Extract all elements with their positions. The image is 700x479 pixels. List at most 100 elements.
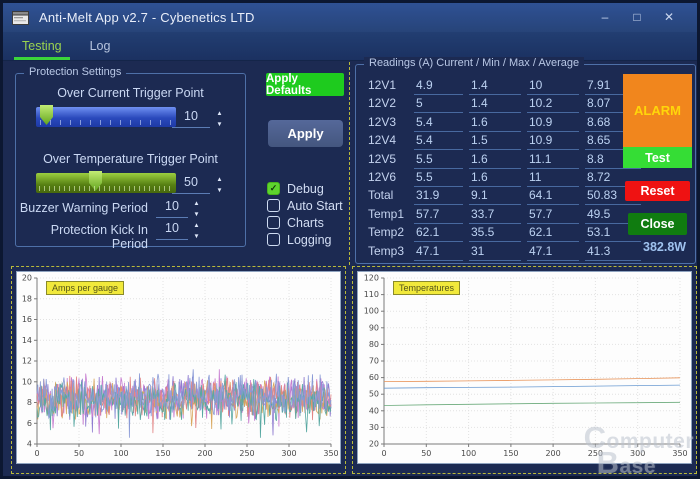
- reading-value: 10.9: [527, 115, 579, 132]
- svg-text:200: 200: [545, 449, 560, 458]
- spin-up-icon[interactable]: ▲: [216, 176, 222, 182]
- svg-text:20: 20: [369, 440, 379, 449]
- over-current-value[interactable]: 10: [172, 109, 210, 128]
- checkbox-label: Debug: [287, 182, 324, 196]
- checkbox-auto-start[interactable]: Auto Start: [267, 199, 343, 212]
- table-row: Temp262.135.562.153.1: [368, 225, 641, 243]
- readings-table: 12V14.91.4107.9112V251.410.28.0712V35.41…: [368, 78, 641, 262]
- amps-chart-title: Amps per gauge: [46, 281, 124, 295]
- tab-testing[interactable]: Testing: [11, 32, 73, 60]
- over-current-slider-handle[interactable]: [40, 105, 53, 125]
- checkbox-checked[interactable]: ✓: [267, 182, 280, 195]
- reading-value: 1.5: [469, 133, 521, 150]
- kick-in-period-spinner: ▲ ▼: [193, 222, 200, 240]
- svg-text:200: 200: [197, 449, 212, 458]
- over-temp-value[interactable]: 50: [172, 175, 210, 194]
- close-button[interactable]: Close: [628, 213, 687, 235]
- spin-down-icon[interactable]: ▼: [216, 187, 222, 193]
- reading-value: 33.7: [469, 207, 521, 224]
- svg-text:100: 100: [113, 449, 128, 458]
- reading-label: 12V2: [368, 96, 408, 114]
- spin-down-icon[interactable]: ▼: [193, 211, 199, 217]
- spin-down-icon[interactable]: ▼: [216, 121, 222, 127]
- app-window: Anti-Melt App v2.7 - Cybenetics LTD – □ …: [0, 0, 700, 479]
- svg-text:250: 250: [588, 449, 603, 458]
- table-row: 12V55.51.611.18.8: [368, 152, 641, 170]
- apply-defaults-button[interactable]: Apply Defaults: [266, 73, 344, 96]
- table-row: 12V251.410.28.07: [368, 96, 641, 114]
- svg-text:350: 350: [323, 449, 338, 458]
- checkbox-unchecked[interactable]: [267, 199, 280, 212]
- svg-text:50: 50: [421, 449, 431, 458]
- spin-up-icon[interactable]: ▲: [216, 110, 222, 116]
- reading-value: 41.3: [585, 244, 641, 261]
- svg-text:50: 50: [74, 449, 84, 458]
- alarm-indicator: ALARM: [623, 74, 692, 147]
- checkbox-logging[interactable]: Logging: [267, 233, 343, 246]
- checkbox-label: Auto Start: [287, 199, 343, 213]
- reading-value: 31.9: [414, 188, 463, 205]
- amps-chart-area: 468101214161820050100150200250300350 Amp…: [16, 271, 341, 464]
- svg-text:14: 14: [22, 336, 32, 345]
- tab-log-label: Log: [90, 39, 111, 53]
- reading-label: Total: [368, 188, 408, 206]
- reading-value: 5.4: [414, 133, 463, 150]
- svg-text:350: 350: [672, 449, 687, 458]
- checkbox-unchecked[interactable]: [267, 233, 280, 246]
- kick-in-period-value[interactable]: 10: [156, 221, 188, 240]
- protection-group-label: Protection Settings: [24, 66, 126, 78]
- main-content: Protection Settings Over Current Trigger…: [3, 60, 697, 476]
- reading-value: 57.7: [414, 207, 463, 224]
- reading-value: 31: [469, 244, 521, 261]
- reading-label: Temp3: [368, 244, 408, 262]
- reading-label: 12V1: [368, 78, 408, 96]
- readings-group: Readings (A) Current / Min / Max / Avera…: [355, 64, 696, 264]
- reading-value: 10: [527, 78, 579, 95]
- checkbox-unchecked[interactable]: [267, 216, 280, 229]
- buzzer-period-label: Buzzer Warning Period: [16, 201, 148, 215]
- svg-text:20: 20: [22, 274, 32, 283]
- over-temp-slider-handle[interactable]: [89, 171, 102, 191]
- buzzer-period-value[interactable]: 10: [156, 199, 188, 218]
- svg-text:150: 150: [155, 449, 170, 458]
- minimize-icon[interactable]: –: [592, 3, 618, 32]
- over-temp-slider[interactable]: [36, 173, 176, 193]
- test-button[interactable]: Test: [623, 147, 692, 168]
- svg-text:300: 300: [281, 449, 296, 458]
- panel-separator: [349, 62, 350, 265]
- close-window-icon[interactable]: ✕: [656, 3, 682, 32]
- svg-text:8: 8: [27, 398, 32, 407]
- reading-value: 9.1: [469, 188, 521, 205]
- svg-text:110: 110: [364, 290, 379, 299]
- apply-button[interactable]: Apply: [268, 120, 343, 147]
- reading-value: 1.6: [469, 170, 521, 187]
- reading-value: 1.4: [469, 78, 521, 95]
- reset-button[interactable]: Reset: [625, 181, 690, 201]
- svg-text:250: 250: [239, 449, 254, 458]
- reading-value: 5.4: [414, 115, 463, 132]
- reading-value: 11: [527, 170, 579, 187]
- reading-value: 5: [414, 96, 463, 113]
- svg-text:60: 60: [369, 373, 379, 382]
- svg-text:80: 80: [369, 340, 379, 349]
- svg-text:0: 0: [381, 449, 386, 458]
- spin-down-icon[interactable]: ▼: [193, 233, 199, 239]
- spin-up-icon[interactable]: ▲: [193, 222, 199, 228]
- spin-up-icon[interactable]: ▲: [193, 200, 199, 206]
- reading-value: 35.5: [469, 225, 521, 242]
- over-current-slider[interactable]: [36, 107, 176, 127]
- reading-value: 64.1: [527, 188, 579, 205]
- checkbox-debug[interactable]: ✓ Debug: [267, 182, 343, 195]
- tab-log[interactable]: Log: [79, 32, 122, 60]
- temps-chart-svg: 2030405060708090100110120050100150200250…: [358, 272, 689, 461]
- checkbox-charts[interactable]: Charts: [267, 216, 343, 229]
- table-row: 12V35.41.610.98.68: [368, 115, 641, 133]
- svg-text:0: 0: [34, 449, 39, 458]
- table-row: Temp347.13147.141.3: [368, 244, 641, 262]
- total-power-value: 382.8W: [643, 240, 687, 254]
- maximize-icon[interactable]: □: [624, 3, 650, 32]
- reading-value: 1.6: [469, 152, 521, 169]
- amps-chart-svg: 468101214161820050100150200250300350: [17, 272, 338, 461]
- reading-label: 12V3: [368, 115, 408, 133]
- reading-label: Temp1: [368, 207, 408, 225]
